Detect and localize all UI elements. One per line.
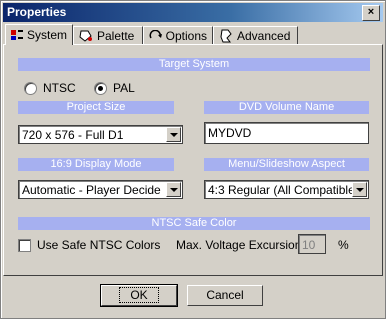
target-system-header: Target System	[18, 58, 370, 71]
system-icon	[11, 30, 23, 40]
tab-strip: System Palette Options Advanced	[3, 24, 383, 45]
dvd-volume-header: DVD Volume Name	[204, 101, 369, 114]
radio-label: PAL	[113, 81, 135, 95]
chevron-down-icon[interactable]	[166, 127, 181, 142]
radio-ntsc[interactable]: NTSC	[24, 81, 76, 95]
input-value: MYDVD	[208, 126, 252, 140]
percent-unit: %	[338, 238, 349, 252]
tab-label: Advanced	[237, 28, 291, 43]
checkbox-label: Use Safe NTSC Colors	[37, 238, 161, 252]
ok-button[interactable]: OK	[100, 284, 178, 307]
chevron-down-icon[interactable]	[352, 182, 367, 197]
input-value: 10	[302, 238, 316, 252]
radio-pal[interactable]: PAL	[94, 81, 135, 95]
voltage-label: Max. Voltage Excursion	[176, 238, 302, 252]
tab-label: Options	[165, 28, 207, 43]
select-value: Automatic - Player Decide	[22, 183, 161, 197]
chevron-down-icon[interactable]	[166, 182, 181, 197]
radio-circle	[94, 81, 107, 95]
tab-label: System	[26, 28, 67, 42]
select-value: 4:3 Regular (All Compatible)	[208, 183, 359, 197]
menu-aspect-header: Menu/Slideshow Aspect	[204, 158, 369, 171]
tab-palette[interactable]: Palette	[73, 26, 143, 44]
safe-ntsc-checkbox[interactable]: Use Safe NTSC Colors	[18, 238, 160, 252]
system-panel: Target System NTSC PAL Project Size 720 …	[3, 44, 383, 276]
cancel-button[interactable]: Cancel	[187, 285, 263, 306]
properties-dialog: Properties × System Palette Options Adva…	[0, 0, 386, 319]
palette-icon	[79, 30, 92, 42]
options-icon	[149, 29, 162, 38]
advanced-icon	[220, 29, 232, 42]
tab-options[interactable]: Options	[143, 26, 213, 44]
voltage-input[interactable]: 10	[298, 234, 326, 254]
button-label: Cancel	[206, 288, 244, 302]
checkbox-box	[18, 238, 31, 252]
tab-system[interactable]: System	[5, 24, 73, 45]
window-title: Properties	[7, 5, 67, 19]
menu-aspect-select[interactable]: 4:3 Regular (All Compatible)	[204, 180, 369, 199]
button-label: OK	[119, 287, 159, 303]
display-mode-header: 16:9 Display Mode	[18, 158, 174, 171]
radio-circle	[24, 81, 37, 95]
ntsc-safe-header: NTSC Safe Color	[18, 217, 370, 230]
display-mode-select[interactable]: Automatic - Player Decide	[18, 180, 183, 199]
project-size-select[interactable]: 720 x 576 - Full D1	[18, 125, 183, 144]
select-value: 720 x 576 - Full D1	[22, 128, 124, 142]
close-button[interactable]: ×	[362, 5, 380, 21]
tab-advanced[interactable]: Advanced	[213, 26, 298, 44]
tab-label: Palette	[97, 28, 135, 43]
project-size-header: Project Size	[18, 101, 174, 114]
radio-label: NTSC	[43, 81, 76, 95]
dvd-volume-input[interactable]: MYDVD	[204, 122, 369, 144]
title-bar[interactable]: Properties ×	[3, 3, 383, 22]
